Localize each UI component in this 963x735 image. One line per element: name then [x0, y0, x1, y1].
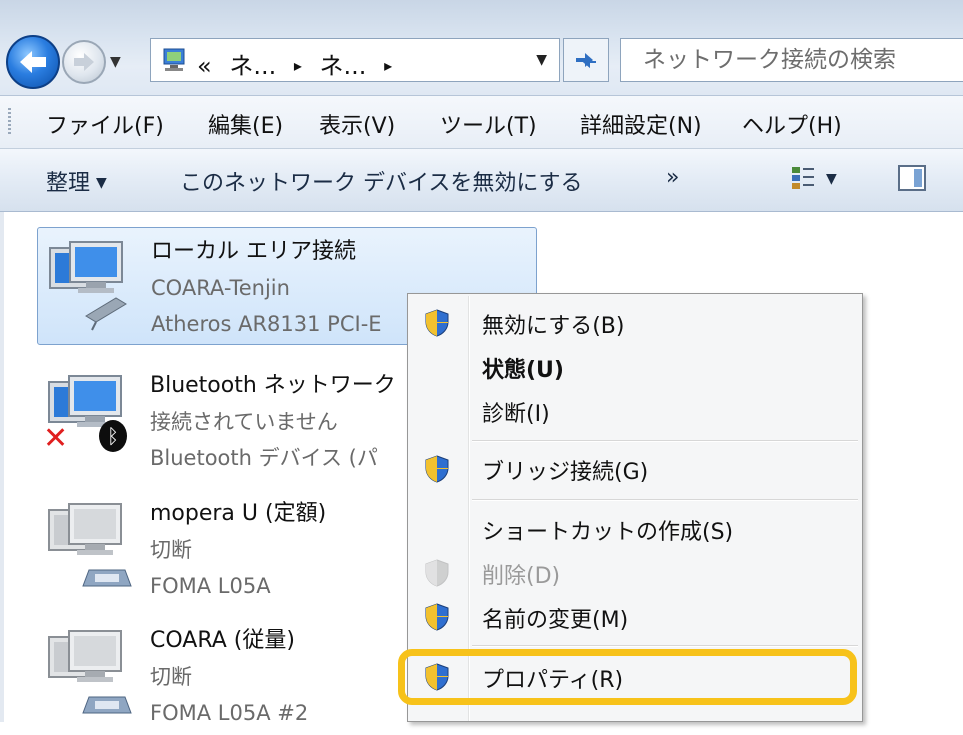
dialup-modem-icon: [48, 503, 132, 587]
connection-device: Bluetooth デバイス (パ: [150, 446, 378, 470]
menu-advanced[interactable]: 詳細設定(N): [580, 108, 702, 140]
connection-device: Atheros AR8131 PCI-E: [151, 312, 382, 336]
menu-item-label: ブリッジ接続(G): [482, 460, 649, 485]
arrow-left-icon: [20, 51, 46, 73]
breadcrumb-separator[interactable]: ▸: [384, 56, 392, 75]
network-folder-icon: [163, 48, 185, 71]
connection-status: COARA-Tenjin: [151, 276, 290, 300]
recent-pages-dropdown[interactable]: ▼: [110, 54, 121, 70]
menu-item-label: 無効にする(B): [482, 314, 625, 339]
dialup-modem-icon: [48, 630, 132, 714]
connection-name: mopera U (定額): [150, 501, 327, 526]
refresh-icon: [576, 53, 596, 69]
menu-item-create-shortcut[interactable]: ショートカットの作成(S): [410, 507, 860, 551]
menu-edit[interactable]: 編集(E): [208, 108, 283, 140]
menu-separator: [472, 440, 858, 442]
connection-status: 切断: [150, 665, 192, 689]
address-bar-area: ▼ « ネ... ▸ ネ... ▸ ▼: [0, 0, 963, 96]
connection-status: 接続されていません: [150, 410, 338, 434]
search-input[interactable]: [621, 39, 963, 81]
navigation-pane-edge: [0, 212, 4, 722]
more-commands-button[interactable]: »: [666, 165, 679, 190]
menu-view[interactable]: 表示(V): [319, 108, 395, 140]
menu-item-label: 削除(D): [482, 564, 561, 589]
chevron-down-icon: ▼: [96, 175, 107, 191]
uac-shield-icon: [425, 455, 449, 483]
menu-bar: ファイル(F) 編集(E) 表示(V) ツール(T) 詳細設定(N) ヘルプ(H…: [0, 96, 963, 149]
menu-item-disable[interactable]: 無効にする(B): [410, 301, 860, 345]
breadcrumb-item[interactable]: ネ...: [229, 52, 276, 80]
menu-item-rename[interactable]: 名前の変更(M): [410, 595, 860, 639]
refresh-button[interactable]: [563, 38, 609, 82]
connection-name: ローカル エリア接続: [151, 239, 356, 264]
menu-item-diagnose[interactable]: 診断(I): [410, 389, 860, 433]
forward-button[interactable]: [62, 40, 106, 84]
search-box: [620, 38, 963, 82]
views-dropdown-icon[interactable]: ▼: [826, 171, 837, 187]
menu-help[interactable]: ヘルプ(H): [742, 108, 842, 140]
organize-button[interactable]: 整理 ▼: [46, 165, 107, 197]
change-view-icon[interactable]: [790, 165, 816, 191]
menu-file[interactable]: ファイル(F): [46, 108, 164, 140]
disconnected-x-icon: ✕: [43, 421, 69, 456]
connection-device: FOMA L05A #2: [150, 701, 309, 725]
connection-name: COARA (従量): [150, 628, 295, 653]
menu-grip: [8, 108, 11, 136]
menu-separator: [472, 645, 858, 647]
disable-device-button[interactable]: このネットワーク デバイスを無効にする: [180, 165, 583, 197]
network-adapter-icon: [49, 241, 127, 331]
breadcrumb-overflow[interactable]: «: [197, 52, 212, 80]
menu-item-delete: 削除(D): [410, 551, 860, 595]
organize-label: 整理: [46, 171, 91, 196]
bluetooth-icon: ᛒ: [99, 420, 127, 452]
connection-status: 切断: [150, 538, 192, 562]
uac-shield-icon: [425, 309, 449, 337]
connection-name: Bluetooth ネットワーク: [150, 373, 396, 398]
menu-separator: [472, 499, 858, 501]
breadcrumb-item[interactable]: ネ...: [320, 52, 367, 80]
uac-shield-icon: [425, 559, 449, 587]
menu-item-label: ショートカットの作成(S): [482, 520, 734, 545]
menu-tools[interactable]: ツール(T): [440, 108, 537, 140]
properties-highlight-annotation: [398, 649, 857, 705]
breadcrumb-separator[interactable]: ▸: [294, 56, 302, 75]
back-button[interactable]: [6, 35, 60, 89]
command-bar: 整理 ▼ このネットワーク デバイスを無効にする » ▼: [0, 149, 963, 212]
arrow-right-icon: [74, 53, 94, 71]
connection-device: FOMA L05A: [150, 574, 271, 598]
menu-item-label: 名前の変更(M): [482, 608, 629, 633]
menu-item-bridge[interactable]: ブリッジ接続(G): [410, 447, 860, 491]
preview-pane-icon[interactable]: [898, 165, 926, 191]
address-box[interactable]: « ネ... ▸ ネ... ▸ ▼: [150, 38, 560, 82]
address-dropdown-icon[interactable]: ▼: [536, 52, 547, 68]
menu-item-label: 診断(I): [482, 402, 550, 427]
menu-item-status[interactable]: 状態(U): [410, 345, 860, 389]
menu-item-label: 状態(U): [482, 358, 564, 383]
uac-shield-icon: [425, 603, 449, 631]
